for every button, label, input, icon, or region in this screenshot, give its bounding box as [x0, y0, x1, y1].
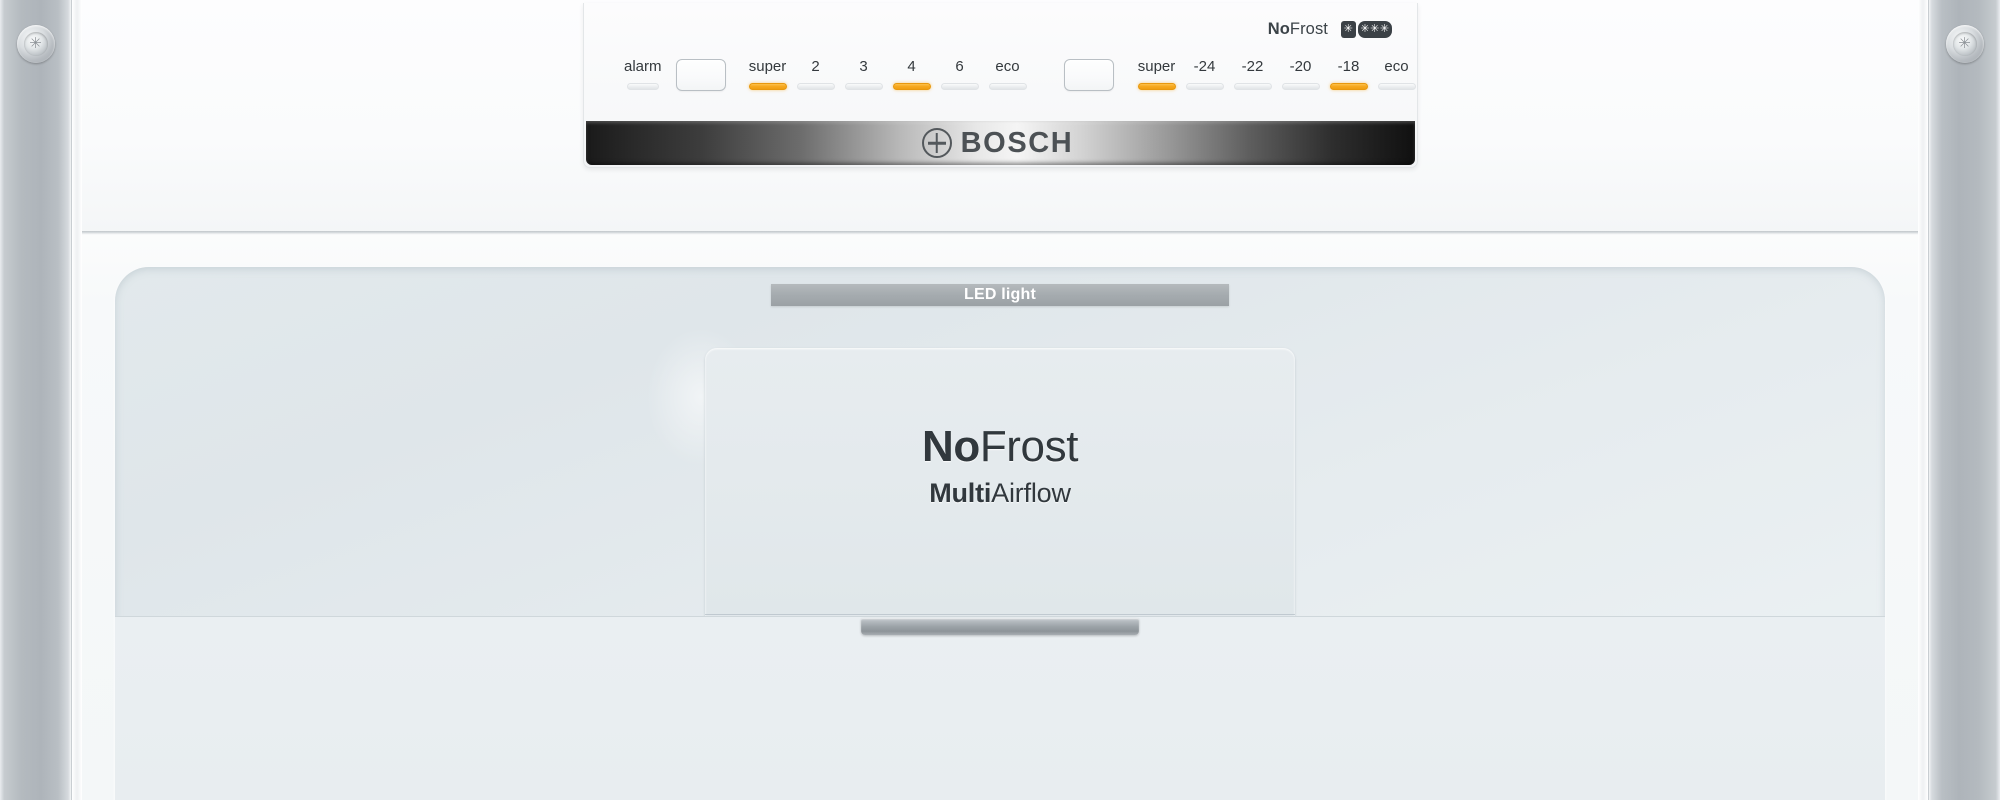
freezer-segment-eco[interactable]: eco — [1377, 58, 1416, 90]
three-star-icon: ✳✳✳ — [1358, 21, 1392, 38]
freezer-button-surface[interactable] — [1063, 59, 1114, 91]
drawer-handle[interactable] — [861, 618, 1139, 635]
fridge-segment-group: super 2 3 4 6 eco — [748, 58, 1027, 90]
segment-label: eco — [1384, 58, 1409, 75]
freezer-segment-minus24[interactable]: -24 — [1185, 58, 1224, 90]
multiairflow-regular-part: Airflow — [991, 478, 1071, 509]
nofrost-heading: NoFrost — [705, 422, 1295, 471]
segment-label: -22 — [1241, 58, 1264, 75]
segment-led — [1377, 83, 1416, 90]
right-door-gap — [1918, 0, 1928, 800]
bosch-wordmark: BOSCH — [960, 126, 1074, 159]
left-torx-screw-icon: ✳ — [16, 25, 55, 63]
nofrost-regular-part: Frost — [979, 422, 1079, 471]
left-hinge-bracket: ✳ — [0, 0, 72, 800]
freezer-temperature-button[interactable] — [1063, 59, 1114, 91]
led-light-bar: LED light — [771, 284, 1229, 306]
segment-led — [940, 83, 979, 90]
snowflake-icon: ✳ — [1341, 21, 1356, 38]
fridge-segment-6[interactable]: 6 — [940, 58, 979, 90]
torx-head-icon: ✳ — [29, 35, 42, 52]
segment-led — [1185, 83, 1224, 90]
fridge-segment-eco[interactable]: eco — [988, 58, 1027, 90]
segment-label: eco — [995, 58, 1020, 75]
star-rating-badge: ✳ ✳✳✳ — [1341, 21, 1392, 38]
freezer-drawer-panel[interactable]: NoFrost MultiAirflow — [705, 348, 1295, 616]
control-panel[interactable]: NoFrost ✳ ✳✳✳ alarm super 2 3 4 6 eco su… — [583, 3, 1418, 168]
segment-label: 3 — [859, 58, 868, 75]
segment-led — [844, 83, 883, 90]
bosch-emblem-icon — [921, 128, 952, 158]
alarm-led — [626, 83, 659, 90]
segment-led — [892, 83, 931, 90]
segment-label: -18 — [1337, 58, 1360, 75]
fridge-segment-3[interactable]: 3 — [844, 58, 883, 90]
alarm-indicator: alarm — [624, 59, 662, 90]
segment-label: 4 — [907, 58, 916, 75]
drawer-divider-line — [705, 614, 1295, 615]
lower-drawer-front[interactable] — [115, 616, 1885, 800]
fridge-button-surface[interactable] — [675, 59, 726, 91]
alarm-label: alarm — [624, 58, 662, 75]
fridge-temperature-button[interactable] — [675, 59, 726, 91]
segment-led — [1281, 83, 1320, 90]
fridge-segment-super[interactable]: super — [748, 58, 787, 90]
multiairflow-bold-part: Multi — [929, 478, 992, 509]
segment-label: -24 — [1193, 58, 1216, 75]
segment-led — [748, 83, 787, 90]
segment-label: super — [748, 58, 787, 75]
multiairflow-heading: MultiAirflow — [705, 478, 1295, 509]
segment-led — [988, 83, 1027, 90]
segment-label: 2 — [811, 58, 820, 75]
segment-led — [796, 83, 835, 90]
segment-led — [1233, 83, 1272, 90]
right-torx-screw-icon: ✳ — [1945, 25, 1984, 63]
bosch-logo: BOSCH — [921, 126, 1074, 160]
fridge-segment-4[interactable]: 4 — [892, 58, 931, 90]
segment-label: -20 — [1289, 58, 1312, 75]
freezer-segment-minus22[interactable]: -22 — [1233, 58, 1272, 90]
left-door-gap — [72, 0, 82, 800]
freezer-segment-super[interactable]: super — [1137, 58, 1176, 90]
bosch-brand-strip: BOSCH — [586, 121, 1415, 165]
segment-led — [1329, 83, 1368, 90]
nofrost-badge-text: NoFrost — [1268, 20, 1328, 39]
freezer-segment-minus18[interactable]: -18 — [1329, 58, 1368, 90]
fridge-segment-2[interactable]: 2 — [796, 58, 835, 90]
led-light-label: LED light — [963, 286, 1036, 303]
torx-head-icon: ✳ — [1958, 35, 1971, 52]
nofrost-badge: NoFrost ✳ ✳✳✳ — [1268, 20, 1392, 39]
freezer-segment-group: super -24 -22 -20 -18 eco — [1137, 58, 1416, 90]
segment-label: 6 — [955, 58, 964, 75]
segment-label: super — [1137, 58, 1176, 75]
segment-led — [1137, 83, 1176, 90]
nofrost-bold-part: No — [921, 422, 980, 471]
right-hinge-bracket: ✳ — [1928, 0, 2000, 800]
control-row: alarm super 2 3 4 6 eco super -24 -22 -2… — [584, 59, 1417, 113]
drawer-branding: NoFrost MultiAirflow — [705, 422, 1295, 509]
nofrost-badge-suffix: Frost — [1289, 20, 1328, 38]
freezer-segment-minus20[interactable]: -20 — [1281, 58, 1320, 90]
nofrost-badge-prefix: No — [1267, 20, 1290, 38]
refrigerator-front-view: ✳ ✳ NoFrost ✳ ✳✳✳ alarm super 2 3 4 6 ec… — [0, 0, 2000, 800]
